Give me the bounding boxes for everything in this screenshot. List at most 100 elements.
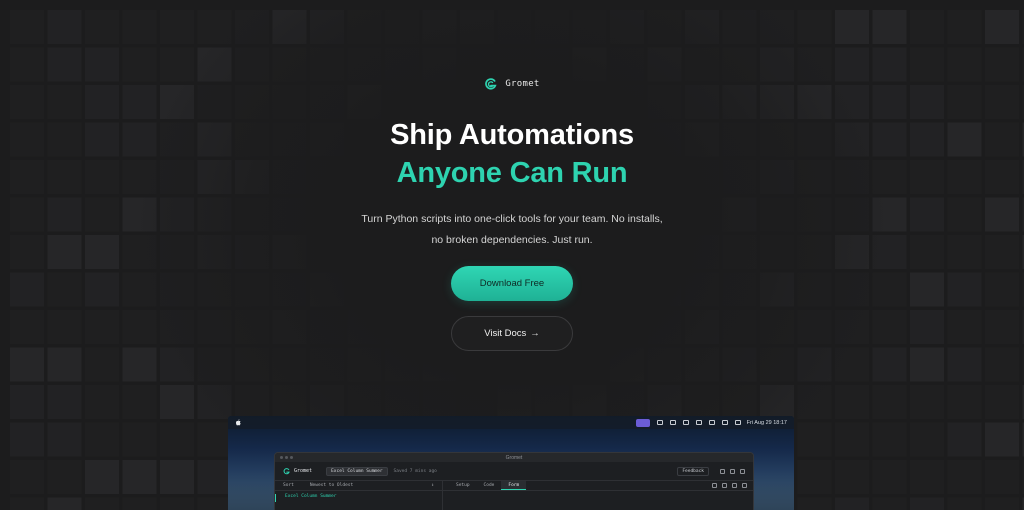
background-tile: [497, 385, 532, 419]
visit-docs-label: Visit Docs: [484, 328, 527, 339]
background-tile: [10, 347, 44, 382]
sort-value: Newest to Oldest: [309, 483, 354, 488]
background-tile: [835, 497, 869, 510]
tab-code[interactable]: Code: [477, 481, 502, 490]
folder-icon[interactable]: [730, 468, 735, 474]
gear-icon[interactable]: [740, 468, 745, 474]
background-tile: [197, 385, 232, 419]
gromet-logo-icon: [485, 77, 497, 90]
background-tile: [947, 422, 982, 457]
background-tile: [310, 347, 344, 382]
more-icon[interactable]: [742, 483, 747, 488]
script-name-chip[interactable]: Excel Column Summer: [326, 466, 388, 476]
background-tile: [47, 460, 82, 494]
list-item[interactable]: Excel Column Summer: [275, 494, 442, 502]
apple-icon: [236, 419, 241, 426]
background-tile: [947, 347, 982, 382]
feedback-button[interactable]: Feedback: [677, 466, 709, 476]
hero-title-line2: Anyone Can Run: [396, 157, 628, 189]
background-tile: [85, 385, 119, 419]
background-tile: [722, 385, 757, 419]
background-tile: [10, 497, 44, 510]
background-tile: [947, 460, 982, 494]
visit-docs-button[interactable]: Visit Docs →: [451, 316, 573, 351]
background-tile: [985, 460, 1019, 494]
background-tile: [572, 385, 607, 419]
brand: Gromet: [484, 77, 539, 91]
background-tile: [10, 422, 44, 457]
background-tile: [797, 497, 832, 510]
background-tile: [835, 347, 869, 382]
background-tile: [835, 385, 869, 419]
background-tile: [797, 422, 832, 457]
hero-title-line1: Ship Automations: [390, 119, 634, 151]
editor-body: Excel Column Summer: [275, 491, 753, 510]
background-tile: [10, 460, 44, 494]
background-tile: [47, 385, 82, 419]
editor-tabs: Setup Code Form: [443, 481, 527, 490]
app-toolbar: Gromet Excel Column Summer Saved 7 mins …: [275, 462, 753, 481]
editor-subbar: Sort Newest to Oldest ⇕ Setup Code Form: [275, 481, 753, 491]
magic-icon[interactable]: [722, 483, 727, 488]
background-tile: [835, 460, 869, 494]
expand-icon[interactable]: [732, 483, 737, 488]
hero-subtitle-line2: no broken dependencies. Just run.: [431, 234, 593, 246]
background-tile: [160, 422, 194, 457]
battery-icon: [695, 420, 702, 425]
background-tile: [797, 347, 832, 382]
script-list: Excel Column Summer: [275, 491, 443, 510]
background-tile: [460, 385, 494, 419]
tab-form[interactable]: Form: [501, 481, 527, 490]
background-tile: [797, 460, 832, 494]
background-tile: [85, 347, 119, 382]
background-tile: [535, 347, 569, 382]
background-tile: [10, 385, 44, 419]
background-tile: [122, 347, 157, 382]
background-tile: [235, 347, 269, 382]
background-tile: [947, 385, 982, 419]
saved-status: Saved 7 mins ago: [393, 468, 437, 474]
background-tile: [160, 385, 194, 419]
phone-icon: [669, 420, 676, 425]
sort-control[interactable]: Sort Newest to Oldest ⇕: [275, 481, 443, 490]
background-tile: [610, 385, 644, 419]
background-tile: [460, 347, 494, 382]
tab-setup[interactable]: Setup: [449, 481, 477, 490]
background-tile: [47, 347, 82, 382]
background-tile: [160, 347, 194, 382]
arrow-right-icon: →: [530, 328, 540, 339]
copy-icon[interactable]: [712, 483, 717, 488]
background-tile: [47, 422, 82, 457]
background-tile: [910, 497, 944, 510]
background-tile: [160, 460, 194, 494]
background-tile: [272, 385, 307, 419]
background-tile: [422, 347, 457, 382]
background-tile: [197, 347, 232, 382]
background-tile: [647, 347, 682, 382]
background-tile: [910, 422, 944, 457]
background-tile: [685, 347, 719, 382]
gromet-app-window: Gromet Gromet Excel Column Summer Saved …: [274, 452, 754, 510]
download-free-button[interactable]: Download Free: [451, 266, 573, 301]
background-tile: [722, 347, 757, 382]
background-tile: [385, 385, 419, 419]
keyboard-icon: [721, 420, 728, 425]
background-tile: [872, 497, 907, 510]
gromet-logo-icon: [283, 467, 290, 474]
macos-menubar: Fri Aug 29 18:17: [228, 416, 794, 429]
history-icon[interactable]: [720, 468, 725, 474]
background-tile: [235, 385, 269, 419]
background-tile: [872, 385, 907, 419]
background-tile: [272, 347, 307, 382]
toolbar-app-name: Gromet: [294, 468, 313, 474]
background-tile: [835, 422, 869, 457]
background-tile: [760, 347, 794, 382]
background-tile: [872, 347, 907, 382]
background-tile: [422, 385, 457, 419]
background-tile: [985, 385, 1019, 419]
background-tile: [197, 460, 232, 494]
background-tile: [197, 422, 232, 457]
app-preview-screenshot: Fri Aug 29 18:17 Gromet Gromet Excel Col…: [228, 416, 794, 510]
sort-toggle-icon: ⇕: [431, 483, 434, 488]
background-tile: [47, 497, 82, 510]
